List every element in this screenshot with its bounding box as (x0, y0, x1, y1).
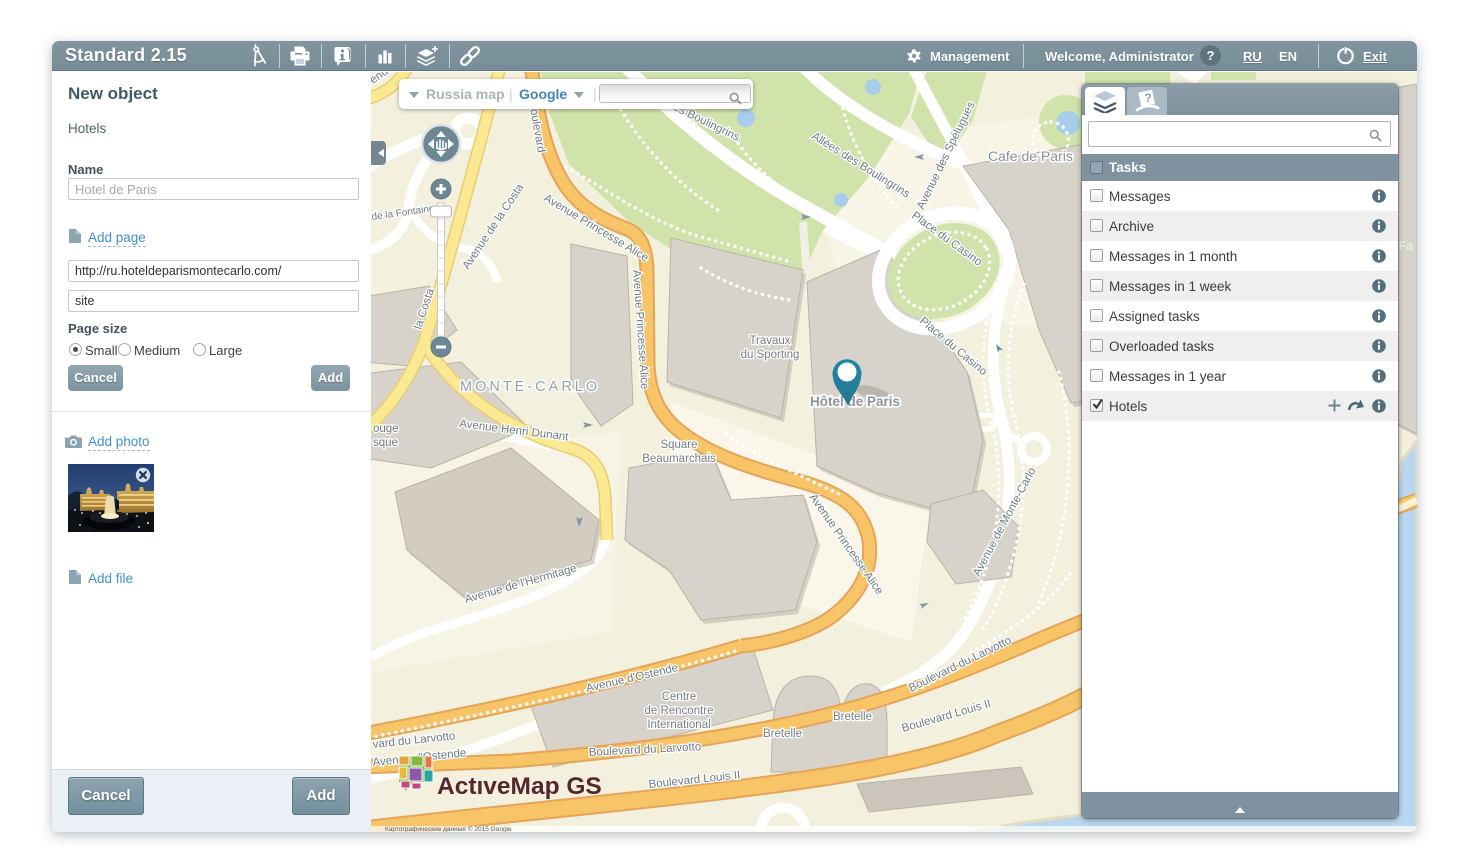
svg-text:de Rencontre: de Rencontre (644, 705, 713, 717)
svg-text:du Sporting: du Sporting (741, 349, 800, 361)
svg-text:ouge: ouge (373, 423, 399, 435)
svg-text:Fa: Fa (1399, 239, 1413, 253)
svg-text:Square: Square (660, 439, 697, 451)
svg-text:Centre: Centre (662, 691, 697, 703)
svg-text:Картографические данные © 2015: Картографические данные © 2015 Google (385, 825, 512, 832)
svg-text:Bretelle: Bretelle (763, 728, 802, 740)
svg-text:Beaumarchais: Beaumarchais (642, 453, 716, 465)
svg-text:International: International (647, 719, 710, 731)
svg-text:sque: sque (373, 437, 398, 449)
svg-text:ActıveMap GS: ActıveMap GS (437, 773, 602, 800)
svg-text:?: ? (1144, 91, 1151, 105)
svg-text:Cafe de Paris: Cafe de Paris (988, 148, 1073, 164)
svg-text:Bretelle: Bretelle (833, 711, 872, 723)
svg-text:Hôtel de Paris: Hôtel de Paris (810, 394, 900, 409)
svg-text:Travaux: Travaux (749, 335, 790, 347)
svg-text:MONTE-CARLO: MONTE-CARLO (460, 379, 600, 395)
